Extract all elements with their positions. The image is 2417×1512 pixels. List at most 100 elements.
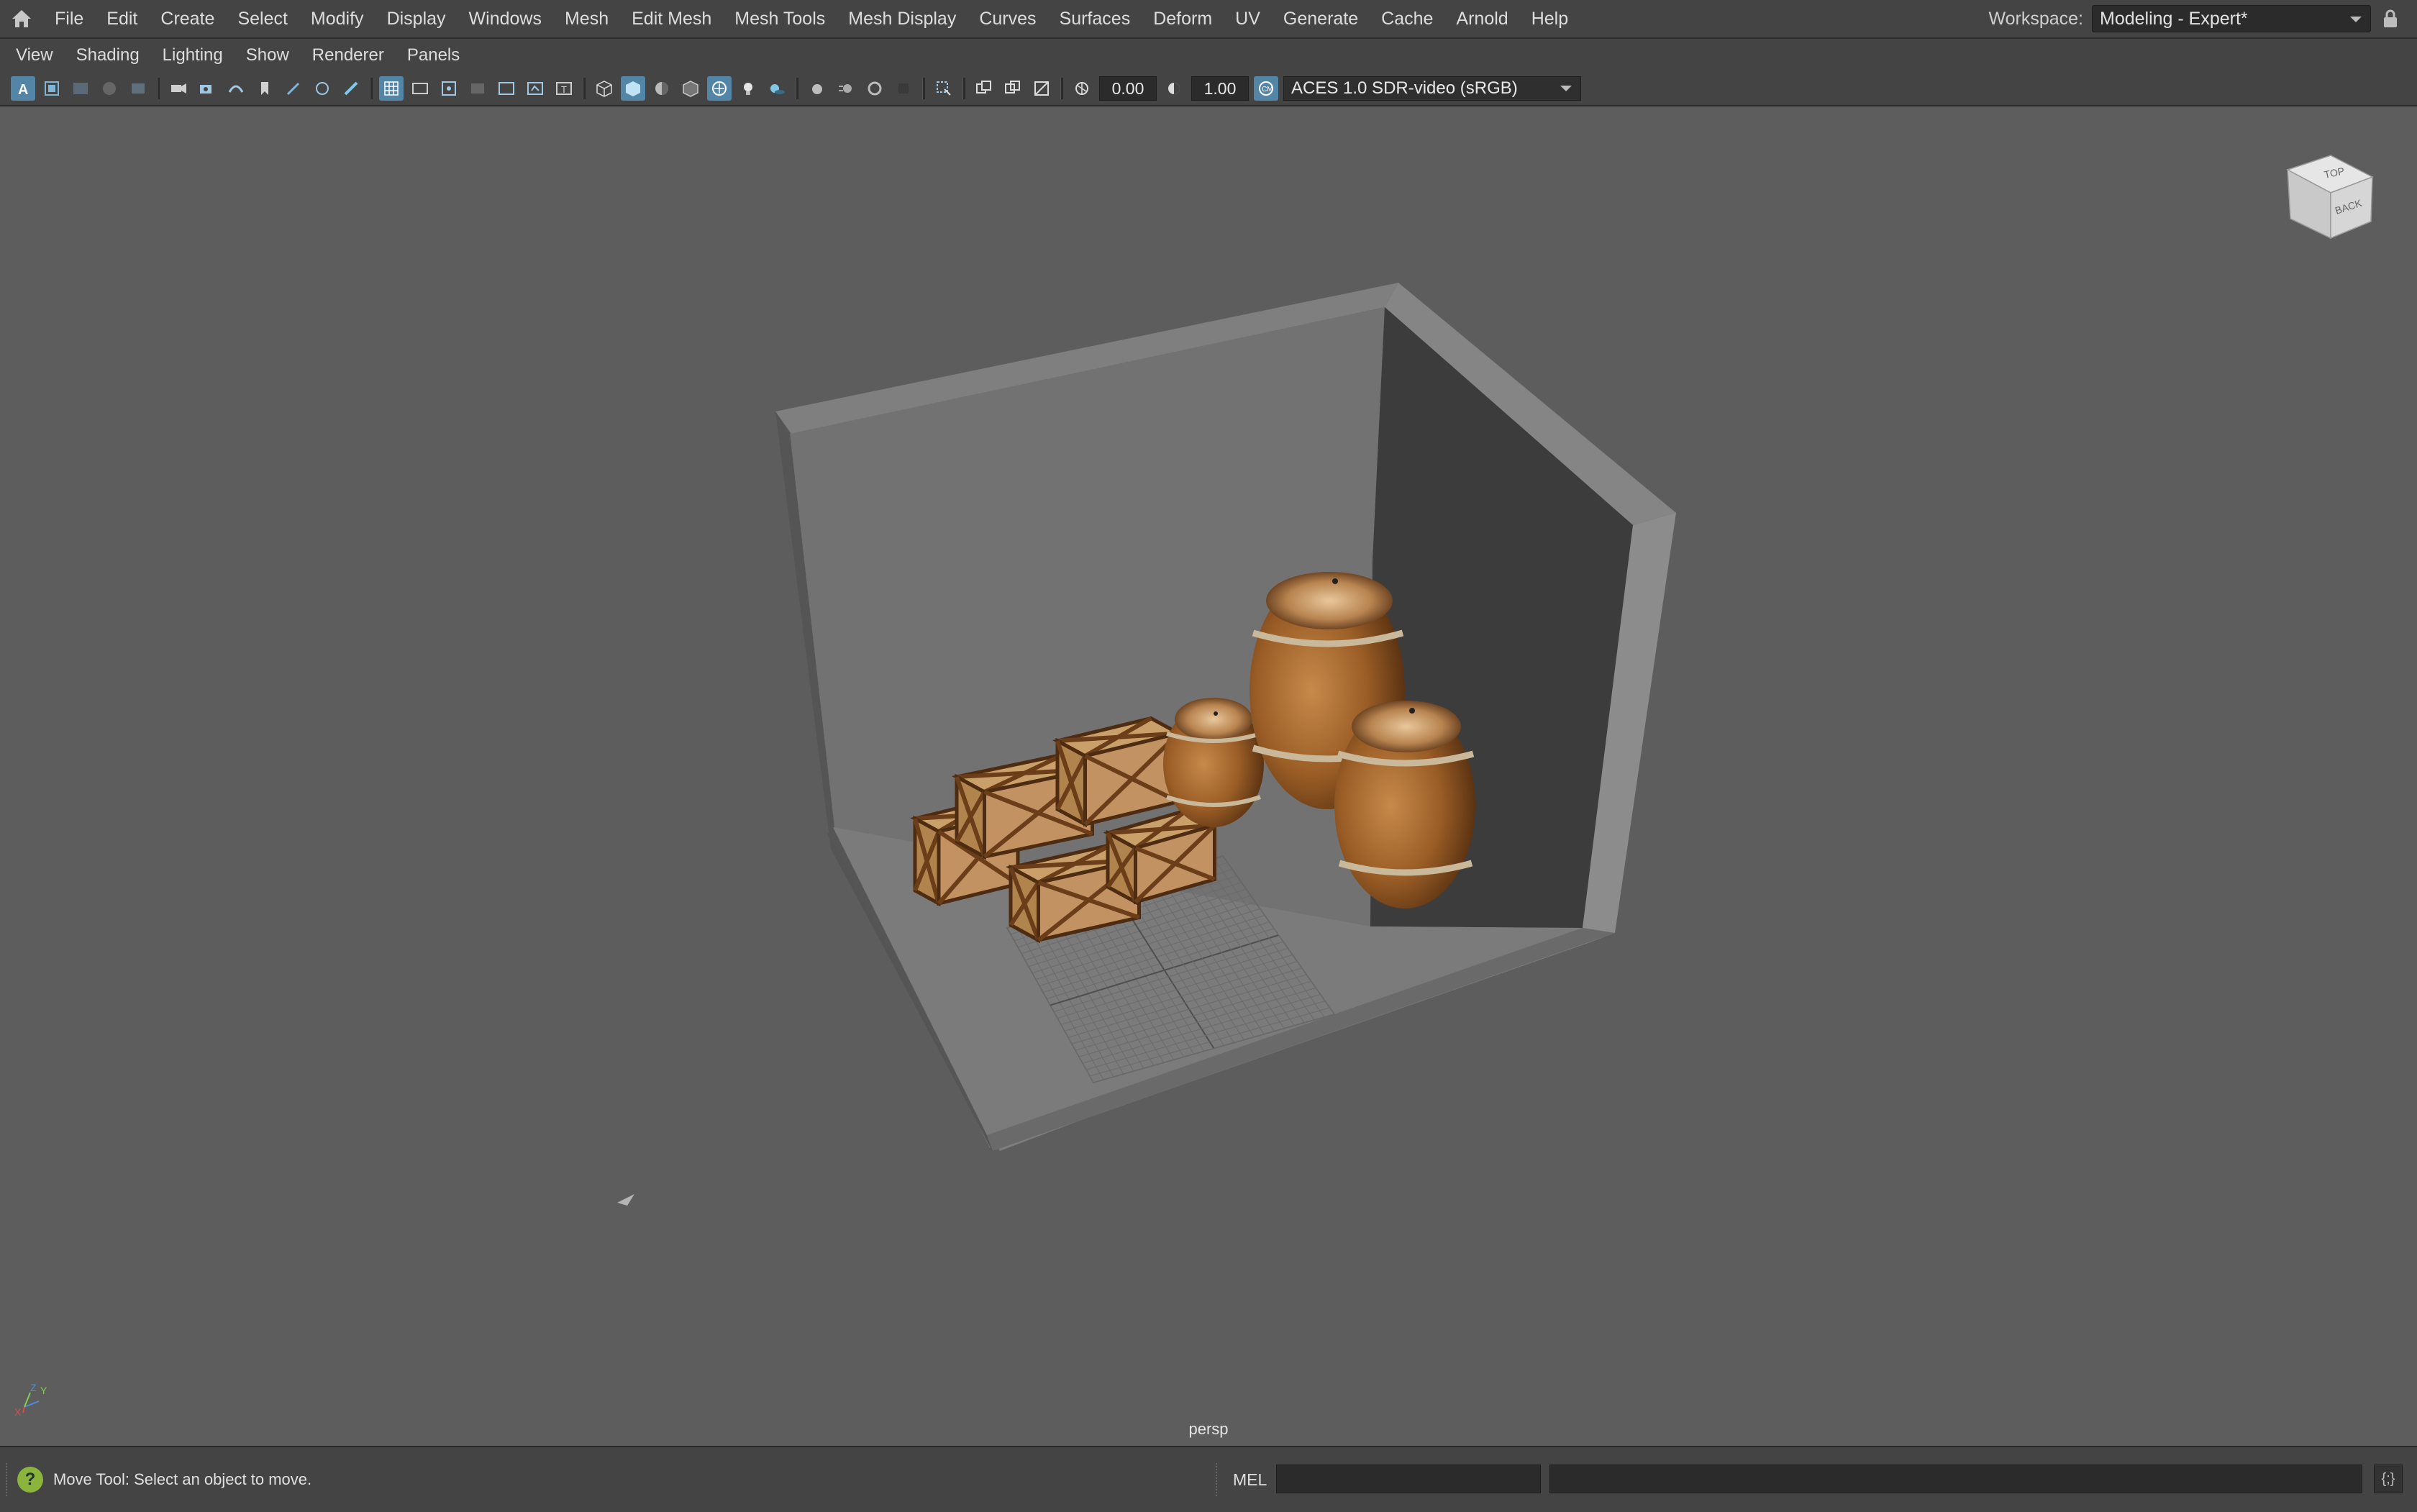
bookmark-icon[interactable] xyxy=(252,76,277,101)
light-locator-icon[interactable] xyxy=(617,1194,634,1206)
menu-mesh-display[interactable]: Mesh Display xyxy=(837,0,968,37)
resolution-gate-icon[interactable] xyxy=(437,76,461,101)
rotate-view-icon[interactable] xyxy=(310,76,334,101)
toolbar-separator xyxy=(1060,78,1063,99)
xray-icon[interactable] xyxy=(707,76,732,101)
script-language-button[interactable]: MEL xyxy=(1233,1465,1267,1495)
script-editor-icon[interactable]: {;} xyxy=(2374,1465,2403,1493)
toolbar-separator xyxy=(583,78,586,99)
panel-menu-show[interactable]: Show xyxy=(235,39,301,72)
menu-deform[interactable]: Deform xyxy=(1142,0,1224,37)
gamma-icon[interactable] xyxy=(1162,76,1186,101)
exposure-icon[interactable] xyxy=(1070,76,1094,101)
menu-cache[interactable]: Cache xyxy=(1370,0,1444,37)
menu-arnold[interactable]: Arnold xyxy=(1444,0,1519,37)
menu-file[interactable]: File xyxy=(43,0,95,37)
axis-z-label: Z xyxy=(30,1382,37,1393)
film-gate-icon[interactable] xyxy=(408,76,432,101)
panel-menu-lighting[interactable]: Lighting xyxy=(151,39,235,72)
xray-joints-icon[interactable] xyxy=(972,76,996,101)
menu-help[interactable]: Help xyxy=(1520,0,1580,37)
toolbar-separator xyxy=(370,78,373,99)
two-d-pan-icon[interactable] xyxy=(126,76,150,101)
toolbar-separator xyxy=(922,78,925,99)
gate-mask-icon[interactable] xyxy=(465,76,490,101)
color-management-icon[interactable]: CM xyxy=(1254,76,1278,101)
exposure-field[interactable]: 0.00 xyxy=(1099,76,1157,101)
scene-view[interactable] xyxy=(0,106,2417,1446)
grease-pencil-icon[interactable] xyxy=(166,76,191,101)
toolbar-separator xyxy=(962,78,965,99)
grid-icon[interactable] xyxy=(379,76,404,101)
main-menubar: File Edit Create Select Modify Display W… xyxy=(0,0,2417,39)
grip-handle[interactable] xyxy=(6,1463,12,1496)
menu-generate[interactable]: Generate xyxy=(1272,0,1370,37)
svg-text:CM: CM xyxy=(1262,86,1273,94)
menu-mesh[interactable]: Mesh xyxy=(553,0,620,37)
menu-modify[interactable]: Modify xyxy=(299,0,375,37)
camera-tumble-icon[interactable] xyxy=(224,76,248,101)
menu-create[interactable]: Create xyxy=(149,0,226,37)
menu-uv[interactable]: UV xyxy=(1224,0,1272,37)
wireframe-icon[interactable] xyxy=(592,76,616,101)
menu-mesh-tools[interactable]: Mesh Tools xyxy=(723,0,837,37)
svg-text:A: A xyxy=(18,82,28,97)
depth-of-field-icon[interactable] xyxy=(891,76,916,101)
isolate-select-icon[interactable] xyxy=(932,76,956,101)
grease-pencil-tool-icon[interactable] xyxy=(281,76,306,101)
lock-icon[interactable] xyxy=(2380,9,2401,28)
motion-blur-icon[interactable] xyxy=(834,76,858,101)
panel-menu-renderer[interactable]: Renderer xyxy=(301,39,396,72)
menu-windows[interactable]: Windows xyxy=(458,0,553,37)
backface-culling-icon[interactable] xyxy=(1029,76,1054,101)
menu-curves[interactable]: Curves xyxy=(968,0,1047,37)
camera-attributes-icon[interactable] xyxy=(40,76,64,101)
command-result-field xyxy=(1549,1465,2362,1493)
menu-edit[interactable]: Edit xyxy=(95,0,149,37)
safe-action-icon[interactable] xyxy=(523,76,547,101)
view-transform-dropdown[interactable]: ACES 1.0 SDR-video (sRGB) xyxy=(1283,76,1581,101)
panel-menu-view[interactable]: View xyxy=(0,39,65,72)
viewport-panel[interactable]: TOP BACK Y Z X persp xyxy=(0,106,2417,1446)
anti-aliasing-icon[interactable] xyxy=(862,76,887,101)
workspace-dropdown[interactable]: Modeling - Expert* xyxy=(2092,5,2371,32)
menu-select[interactable]: Select xyxy=(226,0,299,37)
lights-icon[interactable] xyxy=(736,76,760,101)
menu-items: File Edit Create Select Modify Display W… xyxy=(43,0,1580,37)
menu-surfaces[interactable]: Surfaces xyxy=(1048,0,1142,37)
help-line: ? Move Tool: Select an object to move. xyxy=(17,1465,311,1495)
select-camera-icon[interactable]: A xyxy=(11,76,35,101)
panel-menu-panels[interactable]: Panels xyxy=(396,39,471,72)
panel-menu-shading[interactable]: Shading xyxy=(65,39,151,72)
view-transform-value: ACES 1.0 SDR-video (sRGB) xyxy=(1291,78,1518,98)
axis-x-label: X xyxy=(14,1406,22,1418)
barrel-small[interactable] xyxy=(1163,698,1264,827)
workspace-label: Workspace: xyxy=(1988,8,2083,29)
grip-handle[interactable] xyxy=(1216,1463,1221,1496)
camera-name-label: persp xyxy=(1188,1420,1229,1438)
safe-title-icon[interactable]: T xyxy=(552,76,576,101)
axis-y-label: Y xyxy=(40,1385,47,1396)
default-material-icon[interactable] xyxy=(650,76,674,101)
command-input[interactable] xyxy=(1276,1465,1541,1493)
bookmarks-icon[interactable] xyxy=(68,76,93,101)
toolbar-separator xyxy=(796,78,798,99)
menu-edit-mesh[interactable]: Edit Mesh xyxy=(620,0,723,37)
field-chart-icon[interactable] xyxy=(494,76,519,101)
image-plane-icon[interactable] xyxy=(97,76,122,101)
panel-toolbar: A T 0.00 1.00 CM ACES 1.0 SDR-video (sRG… xyxy=(0,72,2417,106)
smooth-shade-icon[interactable] xyxy=(621,76,645,101)
barrel-large-front[interactable] xyxy=(1334,701,1475,908)
pencil-icon[interactable] xyxy=(339,76,363,101)
shadows-icon[interactable] xyxy=(765,76,789,101)
viewcube[interactable]: TOP BACK xyxy=(2280,134,2381,245)
gamma-field[interactable]: 1.00 xyxy=(1191,76,1249,101)
toolbar-separator xyxy=(157,78,160,99)
camera-icon[interactable] xyxy=(195,76,219,101)
menu-display[interactable]: Display xyxy=(375,0,458,37)
xray-active-components-icon[interactable] xyxy=(1001,76,1025,101)
command-line-bar: ? Move Tool: Select an object to move. M… xyxy=(0,1446,2417,1512)
textured-icon[interactable] xyxy=(678,76,703,101)
home-icon[interactable] xyxy=(0,0,43,37)
ambient-occlusion-icon[interactable] xyxy=(805,76,829,101)
